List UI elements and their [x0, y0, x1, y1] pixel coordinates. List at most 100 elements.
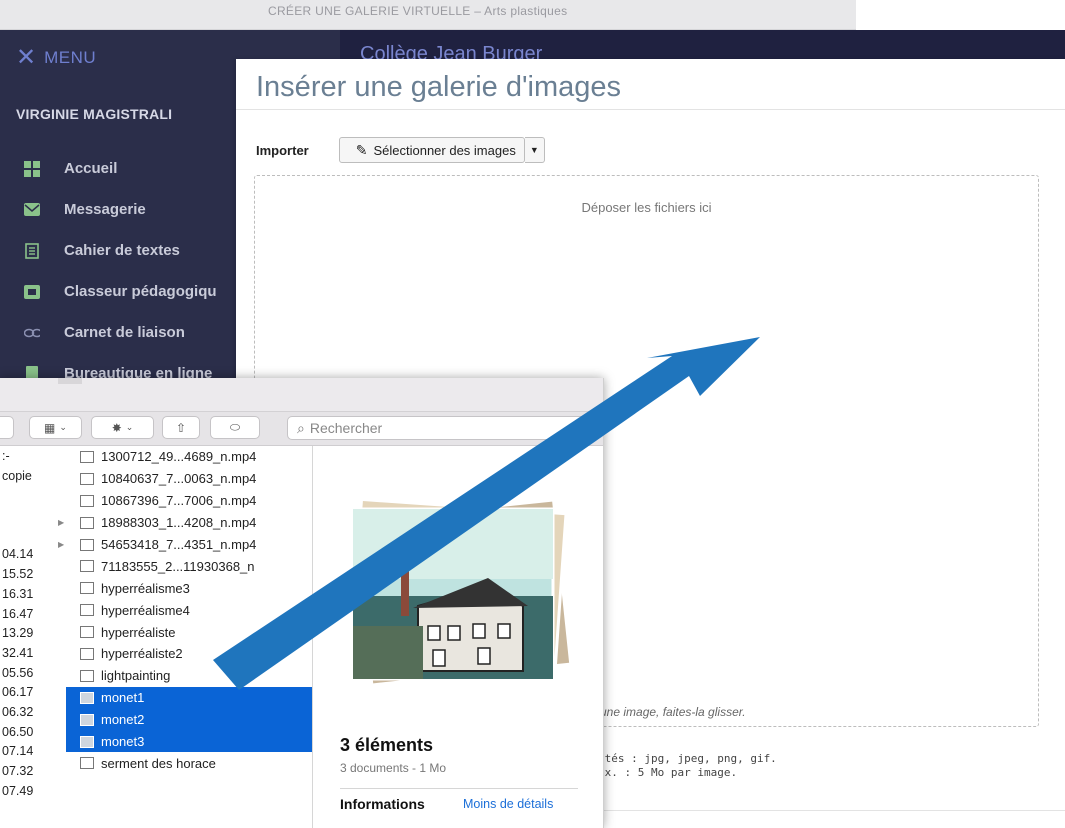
file-row[interactable]: lightpainting	[66, 665, 312, 687]
file-row[interactable]: hyperréaliste	[66, 621, 312, 643]
list-item[interactable]: 06.50	[0, 722, 66, 742]
preview-title: 3 éléments	[340, 735, 434, 755]
tag-button[interactable]: ⬭	[210, 416, 260, 439]
file-row[interactable]: 71183555_2...11930368_n	[66, 555, 312, 577]
image-file-icon	[80, 735, 94, 748]
accepted-formats: ptés : jpg, jpeg, png, gif.	[598, 752, 777, 765]
list-item[interactable]: 13.29	[0, 623, 66, 643]
file-row-selected[interactable]: monet3	[66, 730, 312, 753]
disclosure-triangle-icon[interactable]: ▶	[58, 540, 64, 549]
share-icon: ⇧	[175, 420, 187, 435]
image-file-icon	[80, 626, 94, 639]
image-file-icon	[80, 713, 94, 726]
sidebar-item-label: Cahier de textes	[64, 242, 180, 259]
file-row[interactable]: hyperréalisme4	[66, 599, 312, 621]
file-row[interactable]: ▶ 18988303_1...4208_n.mp4	[58, 512, 312, 534]
file-name: hyperréaliste	[101, 624, 176, 640]
file-row[interactable]: hyperréaliste2	[66, 643, 312, 665]
modal-title: Insérer une galerie d'images	[256, 71, 622, 103]
list-item[interactable]: 16.47	[0, 604, 66, 624]
finder-toolbar: ▦ ⌄ ✸ ⌄ ⇧ ⬭ ⌕ Rechercher	[0, 412, 603, 446]
list-item[interactable]: 05.56	[0, 663, 66, 683]
file-row-selected[interactable]: monet1	[66, 686, 312, 709]
list-item[interactable]: 04.14	[0, 544, 66, 564]
file-name: monet1	[101, 690, 145, 706]
list-item[interactable]: 32.41	[0, 643, 66, 663]
sidebar-item-label: Carnet de liaison	[64, 324, 185, 341]
finder-date-column: :- copie 04.14 15.52 16.31 16.47 13.29 3…	[0, 446, 66, 828]
finder-search-input[interactable]: ⌕ Rechercher	[287, 416, 597, 440]
chevron-down-icon: ⌄	[59, 422, 67, 432]
action-button[interactable]: ✸ ⌄	[91, 416, 154, 439]
list-item[interactable]: :-	[0, 446, 66, 466]
image-file-icon	[80, 582, 94, 595]
image-file-icon	[80, 669, 94, 682]
view-button[interactable]	[0, 416, 14, 439]
link-icon	[24, 325, 40, 341]
search-placeholder: Rechercher	[309, 420, 383, 436]
file-name: hyperréaliste2	[101, 646, 183, 662]
file-name: lightpainting	[101, 668, 171, 684]
user-name: VIRGINIE MAGISTRALI	[16, 106, 173, 122]
list-item[interactable]: 07.14	[0, 741, 66, 761]
import-row: Importer ✎ Sélectionner des images ▼	[256, 137, 545, 163]
file-name: 10840637_7...0063_n.mp4	[101, 471, 257, 487]
select-dropdown-toggle[interactable]: ▼	[524, 137, 545, 163]
list-item[interactable]	[0, 505, 66, 525]
menu-toggle-button[interactable]: ✕ MENU	[16, 46, 97, 70]
import-label: Importer	[256, 142, 309, 158]
less-details-link[interactable]: Moins de détails	[463, 797, 553, 811]
grid-view-icon: ▦	[44, 420, 56, 435]
list-item[interactable]	[0, 485, 66, 505]
image-file-icon	[80, 647, 94, 660]
file-name: hyperréalisme4	[101, 602, 190, 618]
file-row[interactable]: hyperréalisme3	[66, 577, 312, 599]
list-item[interactable]: 16.31	[0, 584, 66, 604]
video-file-icon	[80, 494, 94, 507]
gear-icon: ✸	[111, 420, 122, 435]
modal-divider	[236, 109, 1065, 110]
file-row-selected[interactable]: monet2	[66, 708, 312, 731]
menu-label: MENU	[44, 48, 97, 67]
video-file-icon	[80, 450, 94, 463]
finder-window: ▦ ⌄ ✸ ⌄ ⇧ ⬭ ⌕ Rechercher :- copie 04.14 …	[0, 378, 604, 828]
sidebar-item-label: Messagerie	[64, 201, 146, 218]
file-row[interactable]: 10840637_7...0063_n.mp4	[66, 468, 312, 490]
file-row[interactable]: 10867396_7...7006_n.mp4	[66, 490, 312, 512]
finder-titlebar[interactable]	[0, 378, 603, 412]
video-file-icon	[80, 516, 94, 529]
list-item[interactable]: copie	[0, 466, 66, 486]
preview-subtitle: 3 documents - 1 Mo	[340, 761, 447, 775]
file-name: monet3	[101, 734, 145, 750]
browser-tab[interactable]: CRÉER UNE GALERIE VIRTUELLE – Arts plast…	[0, 0, 856, 30]
list-item[interactable]: 07.49	[0, 781, 66, 801]
list-item[interactable]: 06.32	[0, 702, 66, 722]
dropzone-hint: une image, faites-la glisser.	[600, 705, 746, 719]
list-item[interactable]: 06.17	[0, 682, 66, 702]
finder-file-column: 1300712_49...4689_n.mp4 10840637_7...006…	[58, 446, 313, 828]
image-file-icon	[80, 691, 94, 704]
image-file-icon	[80, 757, 94, 770]
file-row[interactable]: serment des horace	[66, 752, 312, 774]
file-row[interactable]: ▶ 54653418_7...4351_n.mp4	[58, 534, 312, 556]
file-name: 10867396_7...7006_n.mp4	[101, 493, 257, 509]
file-name: serment des horace	[101, 755, 216, 771]
file-name: 54653418_7...4351_n.mp4	[101, 537, 257, 552]
finder-preview-pane: 3 éléments 3 documents - 1 Mo Informatio…	[313, 446, 603, 828]
select-images-label: Sélectionner des images	[373, 142, 516, 158]
tag-icon: ⬭	[229, 420, 241, 434]
image-stack-thumbnail	[348, 497, 573, 687]
group-view-button[interactable]: ▦ ⌄	[29, 416, 82, 439]
file-row[interactable]: 1300712_49...4689_n.mp4	[66, 446, 312, 468]
envelope-icon	[24, 202, 40, 218]
list-item[interactable]: 15.52	[0, 564, 66, 584]
binder-icon	[24, 284, 40, 300]
disclosure-triangle-icon[interactable]: ▶	[58, 518, 64, 527]
file-name: 18988303_1...4208_n.mp4	[101, 515, 257, 531]
share-button[interactable]: ⇧	[162, 416, 200, 439]
select-images-button[interactable]: ✎ Sélectionner des images	[338, 137, 525, 163]
video-file-icon	[80, 538, 94, 551]
list-item[interactable]	[0, 525, 66, 545]
chevron-down-icon: ⌄	[125, 422, 134, 432]
list-item[interactable]: 07.32	[0, 761, 66, 781]
